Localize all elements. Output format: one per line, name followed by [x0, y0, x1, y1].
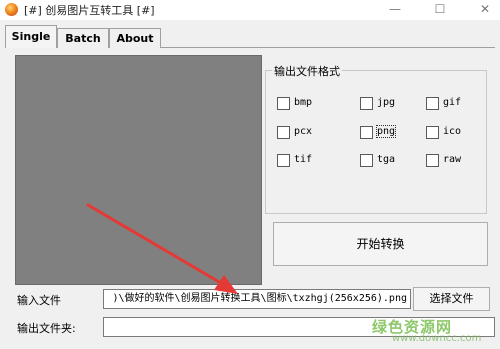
annotation-arrow	[86, 203, 238, 294]
watermark-url: www.downcc.com	[392, 333, 482, 344]
tab-single[interactable]: Single	[5, 25, 57, 48]
